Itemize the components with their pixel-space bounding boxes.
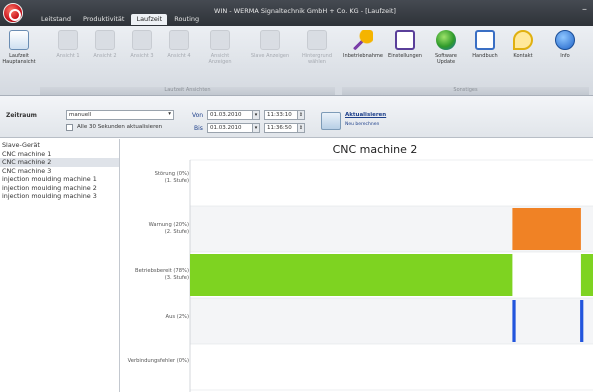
timeline-chart (189, 159, 593, 392)
timeline-segment-3-1 (580, 300, 584, 342)
timeline-segment-1-0 (512, 208, 581, 250)
row-band (190, 298, 593, 344)
timeline-segment-2-0 (190, 254, 513, 296)
timeline-segment-3-0 (512, 300, 516, 342)
timeline-segment-2-1 (580, 254, 593, 296)
